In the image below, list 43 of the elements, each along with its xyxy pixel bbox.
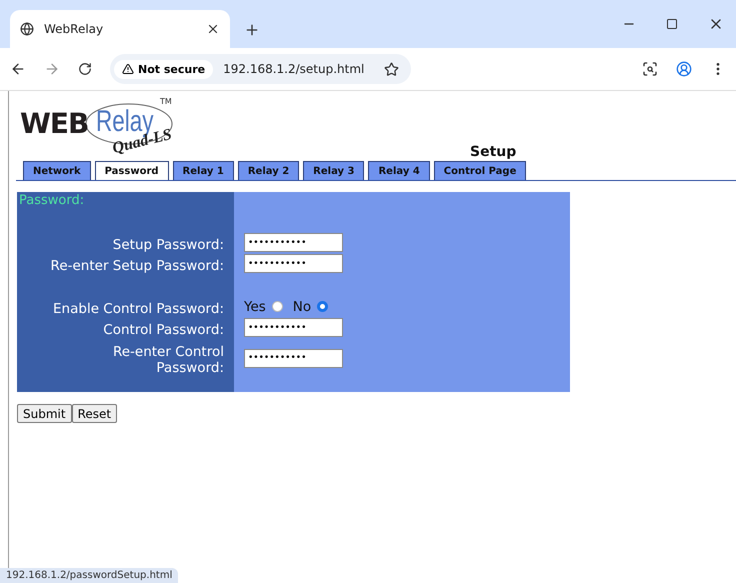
page-tab[interactable]: Relay 4	[368, 161, 430, 180]
radio-button[interactable]	[272, 301, 283, 312]
page-tab[interactable]: Network	[23, 161, 91, 180]
tab-title: WebRelay	[44, 22, 104, 36]
status-url: 192.168.1.2/passwordSetup.html	[0, 568, 178, 583]
reload-icon[interactable]	[78, 62, 92, 76]
maximize-icon[interactable]	[666, 18, 678, 30]
reset-button[interactable]: Reset	[72, 404, 118, 423]
page-tab[interactable]: Control Page	[434, 161, 526, 180]
logo-text: WEB	[20, 107, 88, 140]
submit-button[interactable]: Submit	[17, 404, 72, 423]
address-bar[interactable]: Not secure 192.168.1.2/setup.html	[110, 54, 412, 84]
reader-icon[interactable]	[642, 61, 658, 77]
password-field[interactable]: •••••••••••	[244, 254, 343, 273]
page-tab[interactable]: Relay 1	[172, 161, 234, 180]
radio-button[interactable]	[317, 301, 328, 312]
password-field[interactable]: •••••••••••	[244, 233, 343, 252]
forward-icon[interactable]	[44, 61, 60, 77]
field-label: Re-enter Setup Password:	[50, 256, 225, 276]
new-tab-icon[interactable]	[244, 22, 260, 38]
back-icon[interactable]	[10, 61, 26, 77]
field-label: Re-enter Control Password:	[112, 343, 225, 378]
radio-label: No	[292, 298, 312, 314]
field-label: Enable Control Password:	[52, 300, 225, 318]
password-field[interactable]: •••••••••••	[244, 318, 343, 337]
page-tab[interactable]: Relay 2	[238, 161, 300, 180]
section-heading: Password:	[18, 192, 86, 210]
security-chip[interactable]: Not secure	[114, 60, 214, 78]
star-icon[interactable]	[384, 62, 400, 76]
field-label: Setup Password:	[112, 236, 225, 254]
close-icon[interactable]	[206, 22, 220, 36]
trademark: TM	[160, 97, 172, 106]
page-title: Setup	[470, 144, 516, 160]
password-field[interactable]: •••••••••••	[244, 348, 343, 368]
url-text: 192.168.1.2/setup.html	[223, 62, 364, 76]
browser-tab[interactable]: WebRelay	[10, 10, 230, 48]
globe-icon	[20, 22, 34, 36]
warning-icon	[122, 63, 134, 75]
radio-label: Yes	[244, 298, 266, 314]
page-tab[interactable]: Password	[94, 161, 169, 180]
profile-icon[interactable]	[676, 61, 692, 77]
page-tab[interactable]: Relay 3	[303, 161, 364, 180]
field-label: Control Password:	[102, 320, 225, 340]
